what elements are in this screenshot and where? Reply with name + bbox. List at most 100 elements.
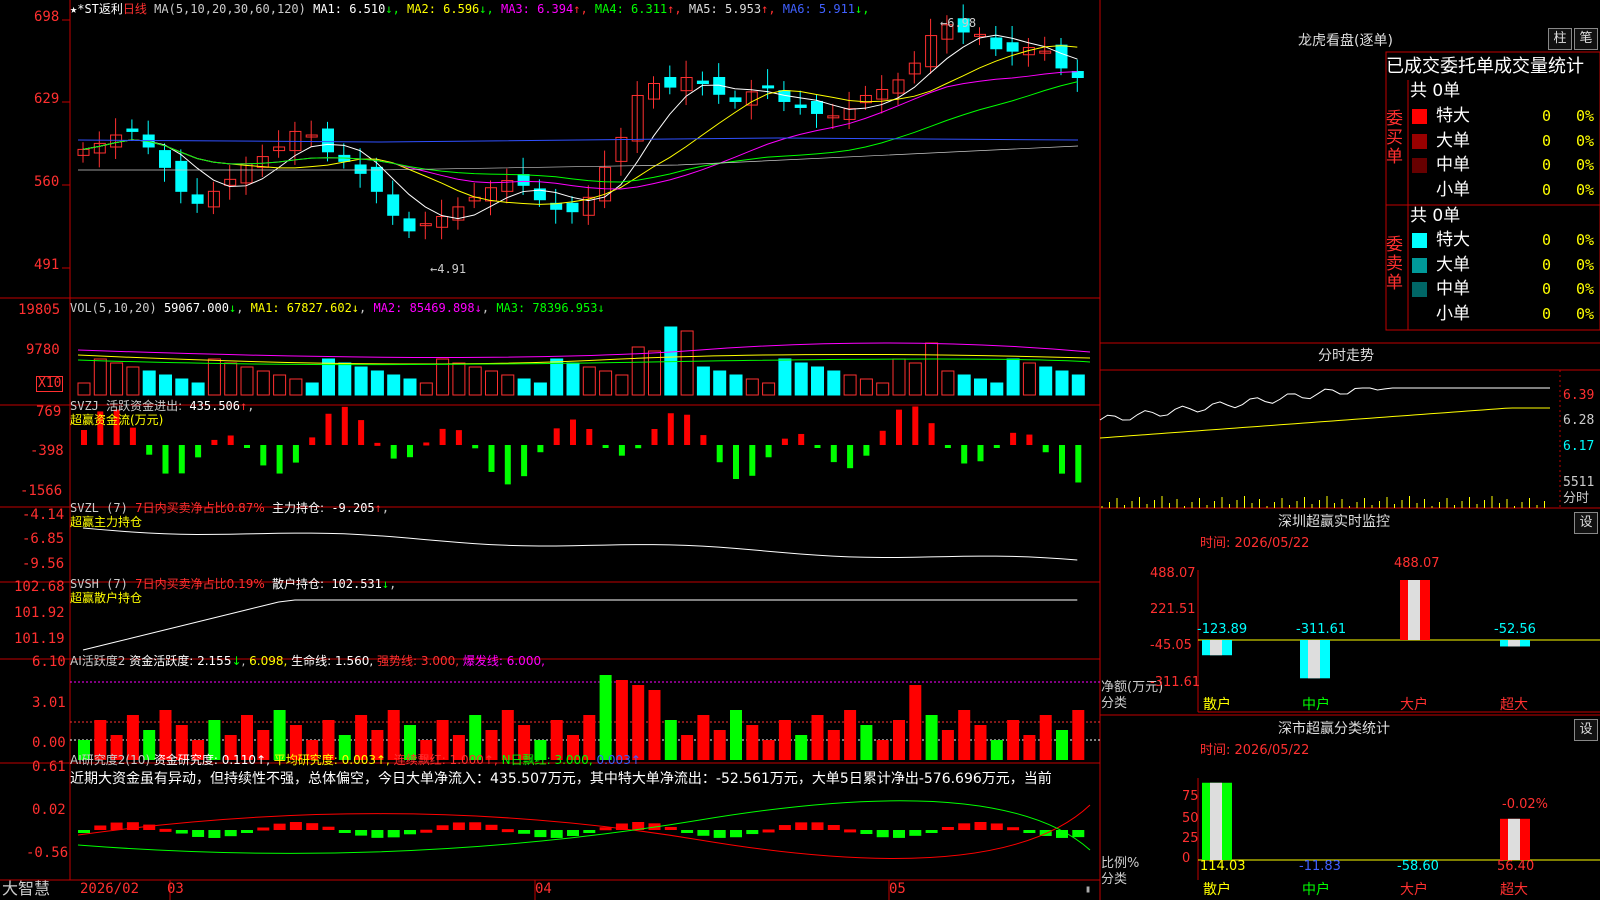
vol-ma1: MA1: 67827.602↓ — [250, 301, 360, 315]
activity-bar — [632, 685, 645, 760]
sz-monitor-y-label: 488.07 — [1150, 566, 1196, 581]
activity-bar — [762, 740, 775, 760]
volume-bar — [990, 382, 1004, 396]
fund-flow-bar — [928, 423, 935, 445]
tab-column[interactable]: 柱 — [1548, 28, 1572, 50]
sz-monitor-settings-button[interactable]: 设 — [1574, 512, 1598, 534]
activity-bar — [941, 730, 954, 760]
fund-flow-bar — [1075, 445, 1082, 483]
svsh-arrow: ↓ — [381, 577, 390, 591]
tab-stroke[interactable]: 笔 — [1574, 28, 1598, 50]
fund-flow-bar — [407, 445, 413, 458]
fund-flow-bar — [651, 428, 658, 445]
research-bar — [485, 824, 498, 830]
activity-bar — [1023, 735, 1036, 760]
research-bar — [730, 830, 742, 838]
research-bar — [371, 830, 384, 838]
sz-monitor-bar-value: -311.61 — [1296, 622, 1347, 637]
sz-class-y-label: 75 — [1182, 789, 1199, 804]
dragon-tiger-title: 龙虎看盘(逐单) — [1298, 33, 1393, 49]
research-bar — [567, 830, 579, 837]
volume-bar — [599, 370, 613, 396]
fund-flow-bar — [896, 409, 902, 445]
research-bar — [762, 829, 775, 833]
activity-bar — [730, 710, 742, 760]
vol-unit-badge: X10 — [36, 376, 64, 392]
candle-body — [1055, 44, 1068, 69]
fund-flow-bar — [358, 420, 365, 445]
fund-flow-bar — [700, 435, 707, 445]
ai-active-header: AI活跃度2 资金活跃度: 2.155↓, 6.098, 生命线: 1.560,… — [70, 654, 545, 668]
ma-value-2: MA2: 6.596↓, — [399, 2, 494, 16]
price-y-label: 560 — [34, 174, 60, 190]
ai-research-y-label: 0.02 — [32, 802, 66, 818]
price-header: ★*ST返利日线 MA(5,10,20,30,60,120) MA1: 6.51… — [70, 2, 870, 16]
vol-y-label: 19805 — [18, 302, 61, 318]
fund-flow-bar — [81, 430, 87, 445]
fund-flow-bar — [472, 445, 479, 449]
svzl-label: SVZL (7) — [70, 501, 128, 515]
fund-flow-bar — [439, 428, 446, 445]
ai-research-comment: 近期大资金虽有异动，但持续性不强，总体偏空，今日大单净流入：435.507万元，… — [70, 771, 1052, 787]
order-pct: 0% — [1576, 231, 1595, 249]
fund-flow-bar — [847, 445, 854, 469]
svsh-label: SVSH (7) — [70, 577, 128, 591]
intraday-price-line — [1099, 387, 1550, 421]
research-bar — [827, 825, 840, 830]
lock-icon[interactable]: ▮ — [1085, 883, 1091, 897]
volume-bar — [566, 362, 580, 396]
volume-bar — [93, 358, 107, 396]
fund-flow-bar — [1042, 445, 1049, 453]
research-bar — [860, 830, 873, 835]
ma-line — [77, 137, 1079, 143]
fund-flow-bar — [488, 445, 495, 472]
volume-bar — [159, 374, 172, 396]
candle-body — [354, 164, 367, 174]
volume-bar — [224, 362, 238, 396]
svzl-ratio: 7日内买卖净占比0.87% — [135, 501, 265, 515]
fund-flow-bar — [244, 445, 250, 448]
sell-total: 共 0单 — [1410, 206, 1461, 226]
intraday-avg-line — [1099, 407, 1550, 439]
fund-flow-bar — [863, 445, 870, 456]
fund-flow-bar — [325, 413, 332, 445]
activity-bar — [746, 725, 759, 760]
volume-bar — [1006, 358, 1020, 396]
svsh-subtitle: 超赢散户持仓 — [70, 591, 143, 605]
research-bar — [110, 822, 123, 830]
volume-bar — [680, 330, 694, 396]
order-size-name: 小单 — [1436, 303, 1470, 324]
volume-bar — [533, 382, 547, 396]
ai-research-label: AI研究度2(10) — [70, 753, 151, 767]
research-bar — [664, 826, 677, 830]
volume-bar — [273, 374, 287, 396]
order-count: 0 — [1542, 131, 1552, 150]
sz-class-settings-button[interactable]: 设 — [1574, 719, 1598, 741]
date-axis-label: 05 — [889, 881, 906, 897]
research-bar — [78, 830, 90, 833]
vol-ma2: MA2: 85469.898↓ — [373, 301, 482, 315]
activity-bar — [713, 730, 726, 760]
intraday-volume: 5511 — [1563, 475, 1595, 490]
volume-bar — [207, 358, 221, 396]
price-low-note: ←4.91 — [430, 262, 467, 276]
fund-flow-bar — [455, 430, 462, 445]
sz-monitor-bar-value: -52.56 — [1494, 622, 1536, 637]
order-count: 0 — [1542, 280, 1552, 298]
candle-body — [159, 150, 171, 168]
activity-bar — [925, 715, 938, 760]
fund-flow-bar — [504, 445, 511, 485]
sell-side-label: 委卖单 — [1386, 235, 1403, 293]
svzj-label: SVZJ — [70, 399, 99, 413]
fund-flow-bar — [781, 438, 788, 445]
research-bar — [941, 827, 954, 831]
svzl-main-value: -9.205 — [331, 501, 375, 515]
date-axis-label: 2026/02 — [80, 881, 140, 897]
sz-class-time: 时间: 2026/05/22 — [1200, 743, 1310, 758]
volume-bar — [762, 382, 776, 396]
svzj-value: 435.506 — [189, 399, 240, 413]
research-bar — [273, 823, 286, 830]
fund-flow-bar — [195, 445, 202, 458]
research-bar — [534, 830, 547, 838]
intraday-y-label: 6.28 — [1563, 413, 1595, 428]
